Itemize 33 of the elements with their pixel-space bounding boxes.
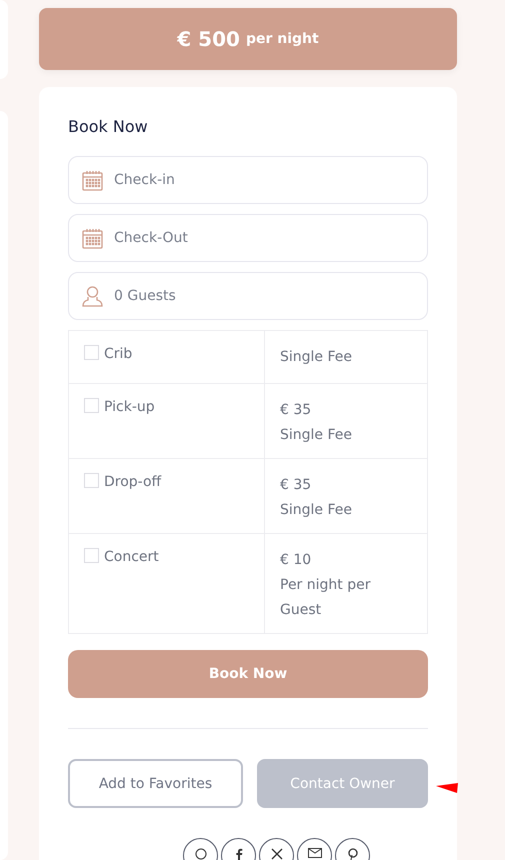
checkbox[interactable] <box>84 473 99 488</box>
extra-label: Crib <box>104 346 132 362</box>
user-icon <box>82 286 103 307</box>
booking-title: Book Now <box>68 117 149 136</box>
date-field[interactable]: Check-Out <box>68 214 428 262</box>
guests-field[interactable]: 0 Guests <box>68 272 428 320</box>
date-field[interactable]: Check-in <box>68 156 428 204</box>
pointer-arrow-icon <box>436 783 458 793</box>
extra-label: Pick-up <box>104 399 155 415</box>
pin-icon <box>346 848 358 860</box>
calendar-icon <box>82 170 103 191</box>
email-icon <box>308 848 322 858</box>
fee-type: Per night per Guest <box>280 576 372 620</box>
checkbox[interactable] <box>84 398 99 413</box>
x-icon <box>270 848 282 860</box>
add-to-favorites-button[interactable]: Add to Favorites <box>68 759 243 808</box>
extra-price: € 35 <box>280 401 312 420</box>
extra-label: Concert <box>104 549 159 565</box>
price-amount: € 500 <box>177 27 240 51</box>
checkbox[interactable] <box>84 345 99 360</box>
chat-icon <box>194 848 206 860</box>
price-unit: per night <box>246 31 319 47</box>
extra-price: € 10 <box>280 551 312 570</box>
extra-price: € 35 <box>280 476 312 495</box>
fee-type: Single Fee <box>280 426 354 445</box>
contact-owner-button[interactable]: Contact Owner <box>257 759 428 808</box>
facebook-icon <box>234 848 242 860</box>
book-now-button[interactable]: Book Now <box>68 650 428 698</box>
calendar-icon <box>82 228 103 249</box>
extra-label: Drop-off <box>104 474 162 490</box>
fee-type: Single Fee <box>280 501 354 520</box>
checkbox[interactable] <box>84 548 99 563</box>
fee-type: Single Fee <box>280 348 354 367</box>
